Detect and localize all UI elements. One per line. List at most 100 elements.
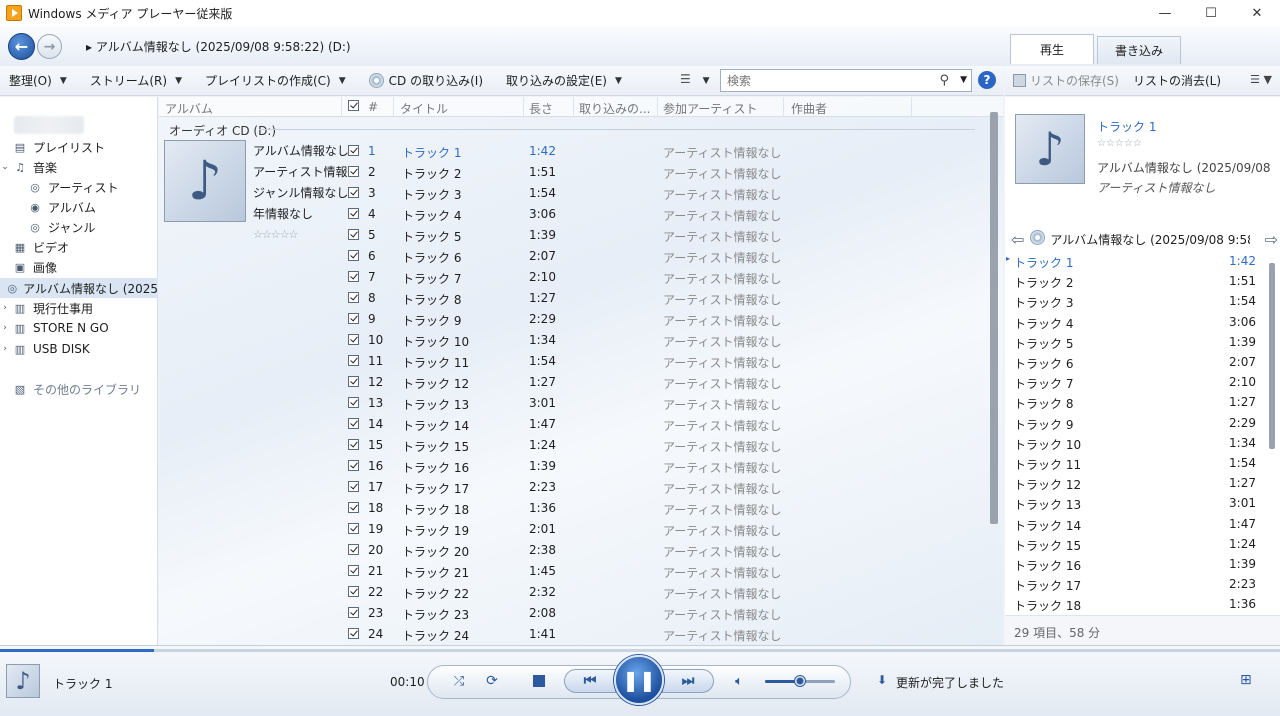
track-checkbox[interactable] [348, 143, 359, 157]
organize-menu[interactable]: 整理(O) ▼ [9, 72, 67, 89]
sidebar-item-device-work[interactable]: › ▥ 現行仕事用 [0, 298, 158, 318]
sidebar-item-album[interactable]: ◉ アルバム [0, 197, 158, 217]
table-row[interactable]: 11 トラック 11 1:54 アーティスト情報なし [159, 350, 1003, 371]
create-playlist-menu[interactable]: プレイリストの作成(C) ▼ [205, 72, 346, 89]
table-row[interactable]: 5 トラック 5 1:39 アーティスト情報なし [159, 224, 1003, 245]
arrow-left-icon[interactable]: ⇦ [1011, 230, 1024, 249]
track-checkbox[interactable] [348, 290, 359, 304]
chevron-right-icon[interactable]: › [0, 303, 10, 313]
minimize-button[interactable]: — [1142, 0, 1188, 26]
repeat-icon[interactable]: ⟳ [483, 672, 501, 690]
pause-button[interactable]: ❚❚ [614, 655, 664, 705]
track-checkbox[interactable] [348, 500, 359, 514]
table-row[interactable]: 21 トラック 21 1:45 アーティスト情報なし [159, 560, 1003, 581]
table-row[interactable]: 24 トラック 24 1:41 アーティスト情報なし [159, 623, 1003, 644]
volume-icon[interactable]: 🔈︎ [730, 672, 748, 690]
switch-to-now-playing-icon[interactable]: ⊞ [1240, 672, 1252, 688]
previous-button[interactable]: ⏮ [564, 669, 616, 693]
now-playing-title[interactable]: トラック 1 [1097, 118, 1156, 135]
sidebar-item-usb-disk[interactable]: › ▥ USB DISK [0, 339, 158, 359]
chevron-down-icon[interactable]: ⌄ [0, 162, 10, 172]
list-item[interactable]: トラック 18 1:36 [1005, 594, 1265, 614]
help-icon[interactable]: ? [978, 71, 996, 89]
sidebar-item-artist[interactable]: ◎ アーティスト [0, 177, 158, 197]
list-item[interactable]: トラック 6 2:07 [1005, 352, 1265, 372]
chevron-right-icon[interactable]: › [0, 323, 10, 333]
track-checkbox[interactable] [348, 353, 359, 367]
list-item[interactable]: トラック 14 1:47 [1005, 514, 1265, 534]
list-item[interactable]: トラック 10 1:34 [1005, 433, 1265, 453]
clear-list-button[interactable]: リストの消去(L) [1133, 72, 1221, 89]
sidebar-item-video[interactable]: ▦ ビデオ [0, 237, 158, 257]
track-checkbox[interactable] [348, 311, 359, 325]
track-checkbox[interactable] [348, 458, 359, 472]
track-checkbox[interactable] [348, 395, 359, 409]
track-checkbox[interactable] [348, 479, 359, 493]
close-button[interactable]: ✕ [1234, 0, 1280, 26]
track-checkbox[interactable] [348, 185, 359, 199]
column-header-length[interactable]: 長さ [529, 100, 553, 117]
list-item[interactable]: トラック 5 1:39 [1005, 332, 1265, 352]
column-header-number[interactable]: # [368, 100, 378, 114]
track-checkbox[interactable] [348, 626, 359, 640]
track-checkbox[interactable] [348, 206, 359, 220]
sidebar-item-store-n-go[interactable]: › ▥ STORE N GO [0, 318, 158, 338]
table-row[interactable]: 7 トラック 7 2:10 アーティスト情報なし [159, 266, 1003, 287]
breadcrumb[interactable]: ▸ アルバム情報なし (2025/09/08 9:58:22) (D:) [86, 38, 351, 55]
search-box[interactable]: ⚲ ▼ [720, 69, 972, 92]
column-header-title[interactable]: タイトル [400, 100, 448, 117]
table-row[interactable]: 3 トラック 3 1:54 アーティスト情報なし [159, 182, 1003, 203]
back-button[interactable]: ← [8, 33, 35, 60]
list-item[interactable]: トラック 15 1:24 [1005, 534, 1265, 554]
track-checkbox[interactable] [348, 542, 359, 556]
track-checkbox[interactable] [348, 584, 359, 598]
forward-button[interactable]: → [37, 34, 62, 59]
list-item[interactable]: トラック 7 2:10 [1005, 372, 1265, 392]
sidebar-item-music[interactable]: ⌄ ♫ 音楽 [0, 157, 158, 177]
table-row[interactable]: 15 トラック 15 1:24 アーティスト情報なし [159, 434, 1003, 455]
stream-menu[interactable]: ストリーム(R) ▼ [90, 72, 182, 89]
track-checkbox[interactable] [348, 416, 359, 430]
sidebar-item-genre[interactable]: ◎ ジャンル [0, 217, 158, 237]
select-all-checkbox[interactable] [348, 98, 359, 112]
table-row[interactable]: 16 トラック 16 1:39 アーティスト情報なし [159, 455, 1003, 476]
shuffle-icon[interactable]: ⤮ [450, 672, 468, 690]
table-row[interactable]: 23 トラック 23 2:08 アーティスト情報なし [159, 602, 1003, 623]
list-item[interactable]: トラック 13 3:01 [1005, 493, 1265, 513]
sidebar-item-playlists[interactable]: ▤ プレイリスト [0, 137, 158, 157]
search-input[interactable] [727, 73, 927, 88]
maximize-button[interactable]: ☐ [1188, 0, 1234, 26]
chevron-down-icon[interactable]: ▼ [960, 75, 967, 85]
track-checkbox[interactable] [348, 269, 359, 283]
table-row[interactable]: 17 トラック 17 2:23 アーティスト情報なし [159, 476, 1003, 497]
sidebar-item-audio-cd[interactable]: ◎ アルバム情報なし (2025 [0, 278, 158, 298]
table-row[interactable]: 14 トラック 14 1:47 アーティスト情報なし [159, 413, 1003, 434]
list-item[interactable]: トラック 11 1:54 [1005, 453, 1265, 473]
column-header-album[interactable]: アルバム [165, 100, 213, 117]
column-header-composer[interactable]: 作曲者 [791, 100, 827, 117]
table-row[interactable]: 4 トラック 4 3:06 アーティスト情報なし [159, 203, 1003, 224]
view-options-button[interactable]: ☰ ▼ [680, 72, 710, 86]
track-checkbox[interactable] [348, 563, 359, 577]
rip-settings-menu[interactable]: 取り込みの設定(E) ▼ [506, 72, 622, 89]
table-row[interactable]: 22 トラック 22 2:32 アーティスト情報なし [159, 581, 1003, 602]
save-list-button[interactable]: リストの保存(S) [1030, 72, 1119, 89]
list-item[interactable]: トラック 17 2:23 [1005, 574, 1265, 594]
search-icon[interactable]: ⚲ [939, 73, 949, 88]
chevron-right-icon[interactable]: › [0, 344, 10, 354]
list-item[interactable]: トラック 9 2:29 [1005, 413, 1265, 433]
track-checkbox[interactable] [348, 227, 359, 241]
track-checkbox[interactable] [348, 164, 359, 178]
table-row[interactable]: 12 トラック 12 1:27 アーティスト情報なし [159, 371, 1003, 392]
track-checkbox[interactable] [348, 437, 359, 451]
next-button[interactable]: ⏭ [662, 669, 714, 693]
track-checkbox[interactable] [348, 248, 359, 262]
table-row[interactable]: 1 トラック 1 1:42 アーティスト情報なし [159, 140, 1003, 161]
track-checkbox[interactable] [348, 374, 359, 388]
tab-burn[interactable]: 書き込み [1097, 36, 1181, 64]
seek-bar[interactable] [0, 649, 1280, 652]
list-item[interactable]: トラック 3 1:54 [1005, 291, 1265, 311]
table-row[interactable]: 10 トラック 10 1:34 アーティスト情報なし [159, 329, 1003, 350]
table-row[interactable]: 20 トラック 20 2:38 アーティスト情報なし [159, 539, 1003, 560]
track-checkbox[interactable] [348, 332, 359, 346]
